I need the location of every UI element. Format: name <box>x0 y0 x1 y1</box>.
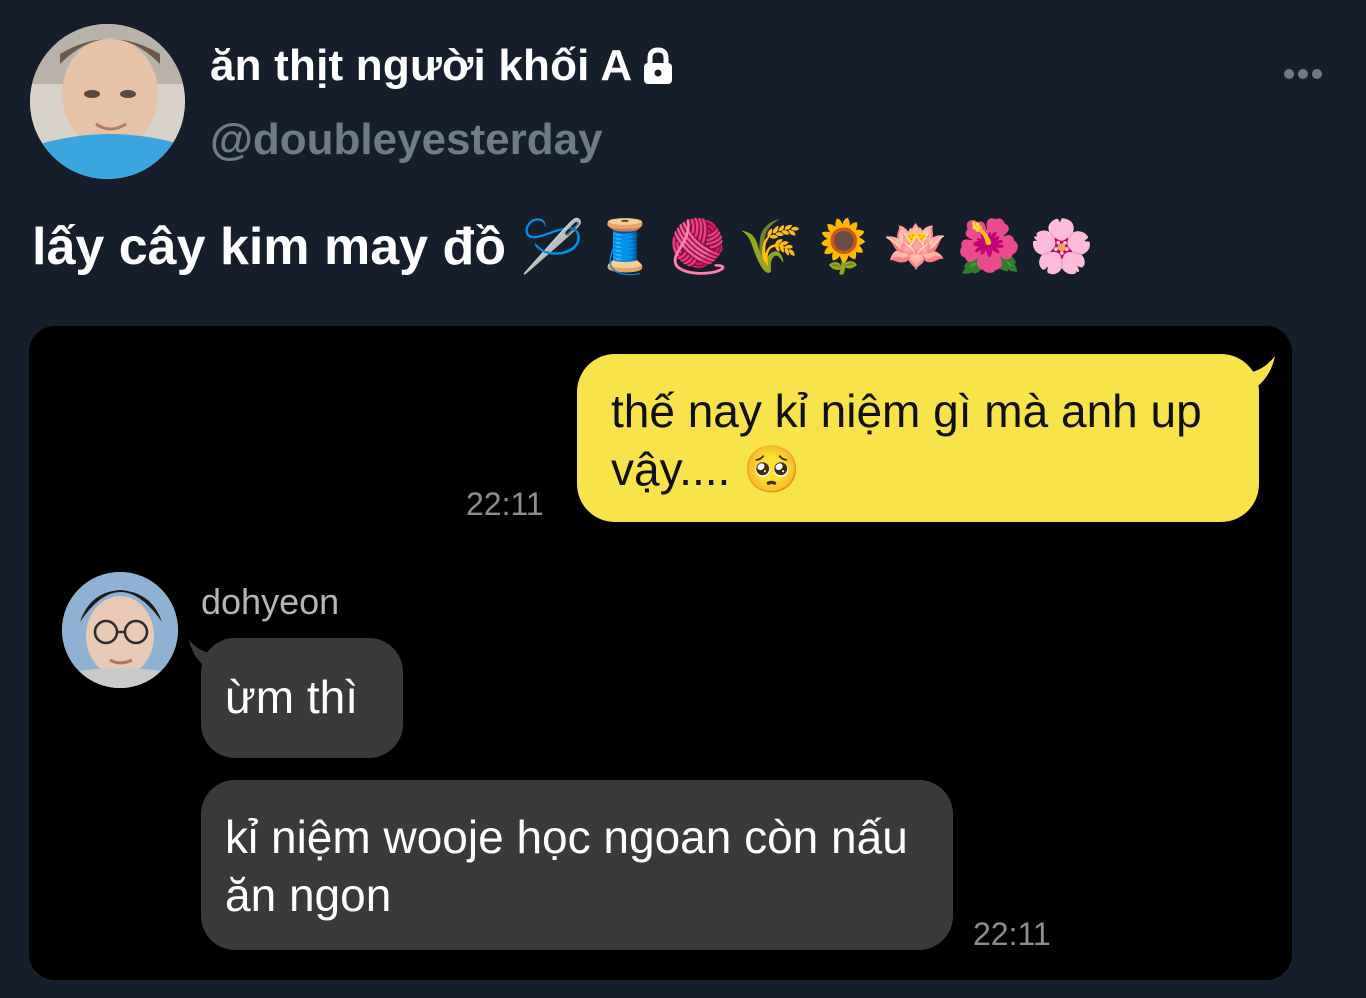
hibiscus-emoji: 🌺 <box>956 217 1022 277</box>
tweet-text-body: lấy cây kim may đồ <box>32 218 507 276</box>
lotus-emoji: 🪷 <box>883 217 949 277</box>
outgoing-message-bubble: thế nay kỉ niệm gì mà anh up vậy.... 🥺 <box>577 354 1259 522</box>
incoming-message-text: kỉ niệm wooje học ngoan còn nấu ăn ngon <box>225 811 908 921</box>
thread-emoji: 🧵 <box>592 217 658 277</box>
user-handle[interactable]: @doubleyesterday <box>210 114 603 166</box>
outgoing-message-text: thế nay kỉ niệm gì mà anh up vậy.... <box>611 385 1202 495</box>
tweet-screenshot: ăn thịt người khối A @doubleyesterday lấ… <box>0 0 1366 998</box>
cherry-blossom-emoji: 🌸 <box>1029 217 1095 277</box>
outgoing-timestamp: 22:11 <box>466 486 544 522</box>
attached-image[interactable]: thế nay kỉ niệm gì mà anh up vậy.... 🥺 2… <box>29 326 1292 980</box>
display-name[interactable]: ăn thịt người khối A <box>210 40 678 92</box>
yarn-emoji: 🧶 <box>665 217 731 277</box>
rice-emoji: 🌾 <box>738 217 804 277</box>
profile-avatar[interactable] <box>30 24 185 179</box>
more-options-icon[interactable] <box>1280 62 1326 86</box>
emoji-row: 🪡 🧵 🧶 🌾 🌻 🪷 🌺 🌸 <box>520 217 1094 277</box>
incoming-message-text: ừm thì <box>225 671 359 723</box>
lock-icon <box>638 46 678 86</box>
incoming-timestamp: 22:11 <box>973 916 1051 952</box>
incoming-message-bubble: kỉ niệm wooje học ngoan còn nấu ăn ngon <box>201 780 953 950</box>
contact-name: dohyeon <box>201 581 340 622</box>
incoming-message-bubble: ừm thì <box>201 638 403 758</box>
sewing-needle-emoji: 🪡 <box>520 217 585 277</box>
display-name-text: ăn thịt người khối A <box>210 41 633 90</box>
pleading-face-emoji: 🥺 <box>743 443 801 495</box>
sunflower-emoji: 🌻 <box>811 217 876 277</box>
contact-avatar <box>62 572 178 688</box>
tweet-text: lấy cây kim may đồ 🪡 🧵 🧶 🌾 🌻 🪷 🌺 🌸 <box>32 214 1094 280</box>
